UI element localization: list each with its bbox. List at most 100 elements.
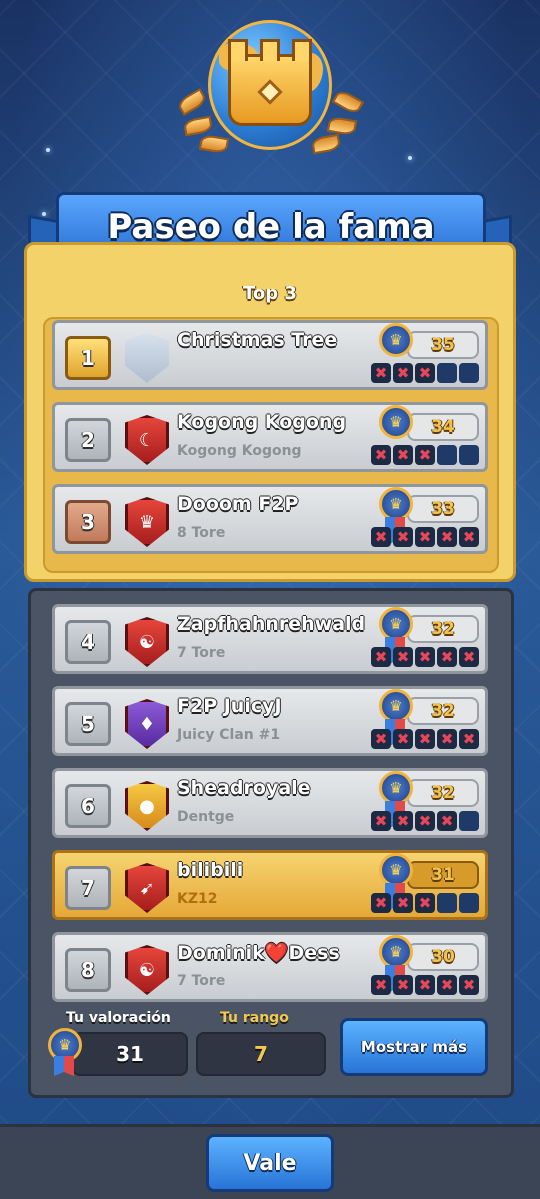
leaderboard-row[interactable]: 4 ☯ Zapfhahnrehwald 7 Tore 32 ♛ ✖ ✖ ✖ ✖ ✖	[52, 604, 488, 674]
leaderboard-row[interactable]: 8 ☯ Dominik❤️Dess 7 Tore 30 ♛ ✖ ✖ ✖ ✖ ✖	[52, 932, 488, 1002]
leaderboard-row-current-player[interactable]: 7 ➹ bilibili KZ12 31 ♛ ✖ ✖ ✖	[52, 850, 488, 920]
empty-slot	[459, 363, 479, 383]
loss-icon: ✖	[415, 647, 435, 667]
sparkle	[46, 148, 50, 152]
loss-icon: ✖	[459, 527, 479, 547]
top-3-label: Top 3	[243, 283, 297, 304]
rank-box: 3	[65, 500, 111, 544]
laurel-icon	[331, 88, 365, 116]
loss-icon: ✖	[415, 811, 435, 831]
loss-icon: ✖	[393, 445, 413, 465]
clan-badge-icon: ♦	[125, 699, 169, 749]
loss-icon: ✖	[437, 527, 457, 547]
clan-name: 7 Tore	[177, 973, 226, 989]
player-name: F2P JuicyJ	[177, 695, 282, 717]
loss-icon: ✖	[393, 527, 413, 547]
laurel-icon	[198, 133, 230, 155]
loss-icon: ✖	[371, 893, 391, 913]
clan-badge-icon: ♛	[125, 497, 169, 547]
loss-icon: ✖	[415, 893, 435, 913]
clan-badge-icon: ☯	[125, 617, 169, 667]
loss-icon: ✖	[459, 729, 479, 749]
match-results: ✖ ✖ ✖ ✖ ✖	[371, 729, 479, 749]
loss-icon: ✖	[459, 975, 479, 995]
loss-icon: ✖	[393, 647, 413, 667]
loss-icon: ✖	[393, 811, 413, 831]
loss-icon: ✖	[415, 975, 435, 995]
score-value: 32	[407, 615, 479, 643]
loss-icon: ✖	[371, 811, 391, 831]
crown-medal-icon: ♛	[379, 689, 413, 723]
crown-medal-icon: ♛	[379, 853, 413, 887]
leaderboard-row[interactable]: 6 ● Sheadroyale Dentge 32 ♛ ✖ ✖ ✖ ✖	[52, 768, 488, 838]
match-results: ✖ ✖ ✖ ✖ ✖	[371, 647, 479, 667]
crown-medal-icon: ♛	[379, 487, 413, 521]
loss-icon: ✖	[415, 363, 435, 383]
clan-badge-icon: ☾	[125, 415, 169, 465]
rank-label: Tu rango	[220, 1010, 289, 1026]
player-name: Christmas Tree	[177, 329, 338, 351]
clan-badge-icon: ●	[125, 781, 169, 831]
empty-slot	[459, 893, 479, 913]
rank-box: 1	[65, 336, 111, 380]
player-name: Kogong Kogong	[177, 411, 347, 433]
rank-box: 5	[65, 702, 111, 746]
crown-medal-icon: ♛	[379, 405, 413, 439]
show-more-button[interactable]: Mostrar más	[340, 1018, 488, 1076]
rank-value: 7	[196, 1032, 326, 1076]
score-value: 32	[407, 697, 479, 725]
match-results: ✖ ✖ ✖ ✖	[371, 811, 479, 831]
loss-icon: ✖	[371, 975, 391, 995]
loss-icon: ✖	[437, 811, 457, 831]
loss-icon: ✖	[415, 527, 435, 547]
loss-icon: ✖	[437, 975, 457, 995]
crown-medal-icon: ♛	[379, 771, 413, 805]
crown-medal-icon: ♛	[379, 935, 413, 969]
laurel-icon	[310, 133, 342, 155]
score-value: 31	[407, 861, 479, 889]
loss-icon: ✖	[371, 363, 391, 383]
rank-box: 2	[65, 418, 111, 462]
sparkle	[408, 156, 412, 160]
empty-slot	[459, 811, 479, 831]
loss-icon: ✖	[371, 647, 391, 667]
loss-icon: ✖	[437, 647, 457, 667]
rating-value: 31	[72, 1032, 188, 1076]
score-value: 32	[407, 779, 479, 807]
page-title: Paseo de la fama	[107, 207, 435, 247]
empty-slot	[437, 893, 457, 913]
ok-button[interactable]: Vale	[206, 1134, 334, 1192]
clan-name: 7 Tore	[177, 645, 226, 661]
loss-icon: ✖	[459, 647, 479, 667]
laurel-icon	[326, 115, 358, 137]
loss-icon: ✖	[371, 527, 391, 547]
match-results: ✖ ✖ ✖	[371, 445, 479, 465]
clan-name: Dentge	[177, 809, 235, 825]
match-results: ✖ ✖ ✖ ✖ ✖	[371, 975, 479, 995]
clan-badge-icon: ➹	[125, 863, 169, 913]
leaderboard-row[interactable]: 5 ♦ F2P JuicyJ Juicy Clan #1 32 ♛ ✖ ✖ ✖ ✖ ✖	[52, 686, 488, 756]
loss-icon: ✖	[393, 975, 413, 995]
leaderboard-row[interactable]: 1 Christmas Tree 35 ♛ ✖ ✖ ✖	[52, 320, 488, 390]
rank-box: 6	[65, 784, 111, 828]
crown-icon	[228, 39, 312, 126]
loss-icon: ✖	[415, 729, 435, 749]
loss-icon: ✖	[393, 363, 413, 383]
rank-box: 7	[65, 866, 111, 910]
clan-badge-icon: ☯	[125, 945, 169, 995]
leaderboard-row[interactable]: 3 ♛ Dooom F2P 8 Tore 33 ♛ ✖ ✖ ✖ ✖ ✖	[52, 484, 488, 554]
loss-icon: ✖	[393, 729, 413, 749]
clan-name: Juicy Clan #1	[177, 727, 281, 743]
player-name: Zapfhahnrehwald	[177, 613, 366, 635]
empty-slot	[437, 445, 457, 465]
clan-name: Kogong Kogong	[177, 443, 302, 459]
loss-icon: ✖	[415, 445, 435, 465]
leaderboard-row[interactable]: 2 ☾ Kogong Kogong Kogong Kogong 34 ♛ ✖ ✖ ✖	[52, 402, 488, 472]
match-results: ✖ ✖ ✖ ✖ ✖	[371, 527, 479, 547]
rank-box: 4	[65, 620, 111, 664]
loss-icon: ✖	[393, 893, 413, 913]
match-results: ✖ ✖ ✖	[371, 893, 479, 913]
player-name: Dooom F2P	[177, 493, 299, 515]
clan-name: KZ12	[177, 891, 218, 907]
crown-medal-icon: ♛	[379, 323, 413, 357]
